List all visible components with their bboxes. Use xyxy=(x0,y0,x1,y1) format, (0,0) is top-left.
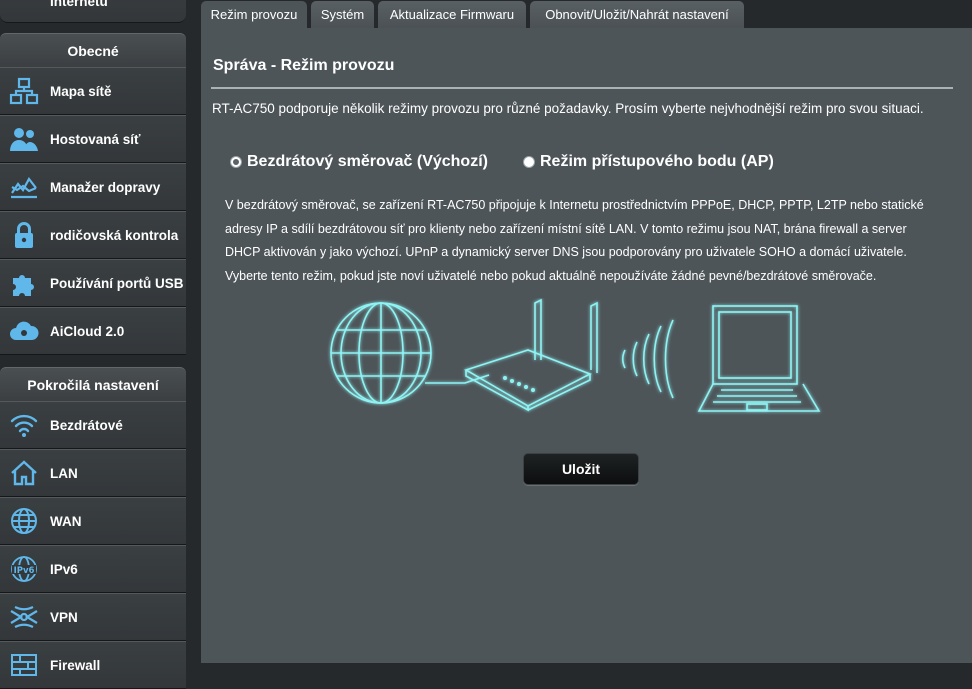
mode-option-access-point[interactable]: Režim přístupového bodu (AP) xyxy=(523,153,774,171)
sidebar-item-label: Manažer dopravy xyxy=(50,179,161,195)
tab-system[interactable]: Systém xyxy=(311,1,374,28)
guest-network-icon xyxy=(8,123,40,155)
laptop-icon xyxy=(697,305,821,412)
title-divider xyxy=(211,87,953,89)
sidebar-item-label: IPv6 xyxy=(50,561,78,577)
sidebar-item-parental-control[interactable]: rodičovská kontrola xyxy=(0,211,186,259)
mode-option-wireless-router[interactable]: Bezdrátový směrovač (Výchozí) xyxy=(230,153,488,171)
main-panel: Správa - Režim provozu RT-AC750 podporuj… xyxy=(201,28,972,663)
globe-icon xyxy=(8,505,40,537)
page-description: RT-AC750 podporuje několik režimy provoz… xyxy=(212,101,924,116)
tab-operation-mode[interactable]: Režim provozu xyxy=(201,1,307,28)
mode-description: V bezdrátový směrovač, se zařízení RT-AC… xyxy=(225,198,924,283)
sidebar-item-label: Hostovaná síť xyxy=(50,131,141,147)
puzzle-icon xyxy=(8,267,40,299)
sidebar-item-internet[interactable]: Internetu xyxy=(0,0,186,23)
tab-restore-save-upload[interactable]: Obnovit/Uložit/Nahrát nastavení xyxy=(530,1,744,28)
router-mode-illustration xyxy=(330,298,821,412)
svg-text:IPv6: IPv6 xyxy=(14,566,35,576)
traffic-manager-icon xyxy=(8,171,40,203)
sidebar: Internetu Obecné Mapa sítě Hostovaná síť… xyxy=(0,0,186,689)
network-map-icon xyxy=(8,75,40,107)
home-icon xyxy=(8,457,40,489)
sidebar-item-label: Mapa sítě xyxy=(50,83,112,99)
sidebar-item-label: Bezdrátové xyxy=(50,417,123,433)
mode-option-label: Bezdrátový směrovač (Výchozí) xyxy=(247,153,488,170)
firewall-icon xyxy=(8,649,40,681)
sidebar-item-traffic-manager[interactable]: Manažer dopravy xyxy=(0,163,186,211)
lock-icon xyxy=(8,219,40,251)
sidebar-item-ipv6[interactable]: IPv6 IPv6 xyxy=(0,545,186,593)
sidebar-item-label: VPN xyxy=(50,609,78,625)
sidebar-item-wan[interactable]: WAN xyxy=(0,497,186,545)
globe-icon xyxy=(330,302,432,404)
cloud-icon xyxy=(8,315,40,347)
wifi-icon xyxy=(8,409,40,441)
router-icon xyxy=(464,298,598,412)
radio-button[interactable] xyxy=(523,156,535,168)
ipv6-icon: IPv6 xyxy=(8,553,40,585)
sidebar-item-label: Internetu xyxy=(50,0,108,9)
save-button[interactable]: Uložit xyxy=(523,453,639,485)
sidebar-advanced-header: Pokročilá nastavení xyxy=(0,367,186,401)
sidebar-item-aicloud[interactable]: AiCloud 2.0 xyxy=(0,307,186,355)
sidebar-item-label: AiCloud 2.0 xyxy=(50,323,125,339)
sidebar-item-network-map[interactable]: Mapa sítě xyxy=(0,67,186,115)
page-title: Správa - Režim provozu xyxy=(213,57,395,74)
sidebar-item-guest-network[interactable]: Hostovaná síť xyxy=(0,115,186,163)
sidebar-item-label: WAN xyxy=(50,513,82,529)
wireless-signal-icon xyxy=(621,319,674,399)
sidebar-item-vpn[interactable]: VPN xyxy=(0,593,186,641)
cable-line xyxy=(425,374,490,384)
sidebar-item-usb[interactable]: Používání portů USB xyxy=(0,259,186,307)
sidebar-item-lan[interactable]: LAN xyxy=(0,449,186,497)
mode-option-label: Režim přístupového bodu (AP) xyxy=(540,153,774,170)
sidebar-item-label: Firewall xyxy=(50,657,101,673)
radio-button-selected[interactable] xyxy=(230,156,242,168)
sidebar-item-label: LAN xyxy=(50,465,78,481)
sidebar-item-label: rodičovská kontrola xyxy=(50,227,179,243)
sidebar-general-section: Obecné Mapa sítě Hostovaná síť Manažer d… xyxy=(0,33,186,355)
sidebar-advanced-section: Pokročilá nastavení Bezdrátové LAN WAN I… xyxy=(0,367,186,689)
sidebar-item-wireless[interactable]: Bezdrátové xyxy=(0,401,186,449)
sidebar-item-label: Používání portů USB xyxy=(50,275,184,291)
sidebar-general-header: Obecné xyxy=(0,33,186,67)
vpn-icon xyxy=(8,601,40,633)
sidebar-item-firewall[interactable]: Firewall xyxy=(0,641,186,689)
tab-firmware-upgrade[interactable]: Aktualizace Firmwaru xyxy=(378,1,526,28)
